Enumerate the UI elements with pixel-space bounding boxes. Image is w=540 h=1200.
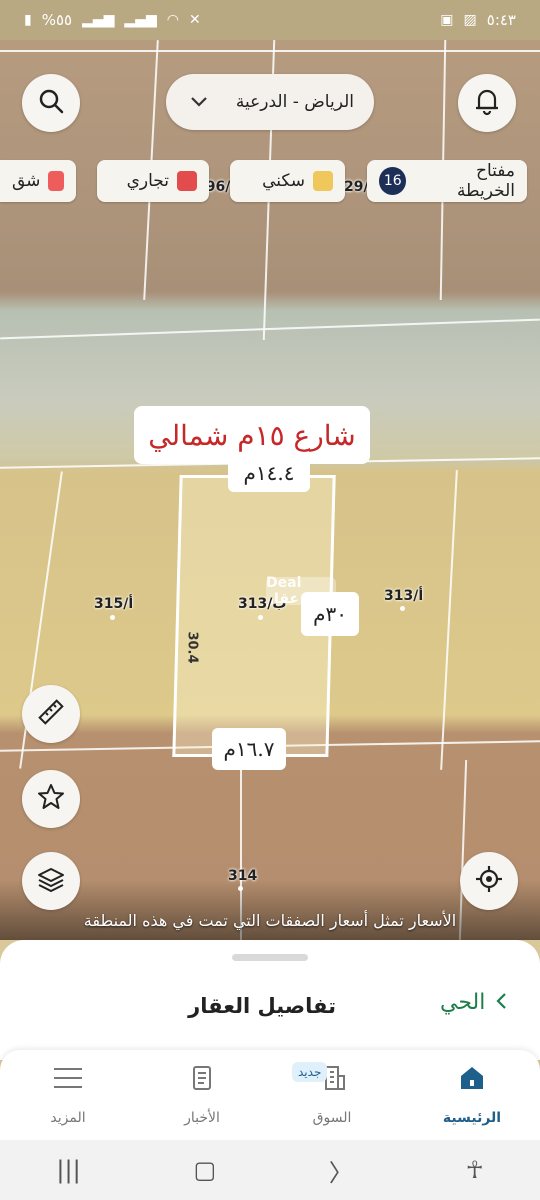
notifications-button[interactable] <box>458 74 516 132</box>
signal-icon-2: ▂▄▆ <box>124 12 157 28</box>
sheet-grabber[interactable] <box>232 954 308 961</box>
bell-icon <box>473 86 501 120</box>
bottom-nav: الرئيسية السوق جديد الأخبار المزيد <box>0 1050 540 1140</box>
chevron-left-icon <box>495 991 507 1015</box>
district-link-label: الحي <box>440 990 486 1015</box>
nav-label: السوق <box>312 1110 352 1126</box>
map-key-chip[interactable]: مفتاح الخريطة 16 <box>367 160 527 202</box>
star-icon <box>36 782 66 816</box>
parcel-number[interactable]: 315/أ <box>94 596 133 612</box>
battery-icon: ▮ <box>24 12 32 28</box>
location-select[interactable]: الرياض - الدرعية <box>166 74 374 130</box>
legend-apartment[interactable]: شق <box>0 160 76 202</box>
back-icon[interactable]: 〉 <box>329 1153 353 1188</box>
status-bar: ▮ %٥٥ ▂▄▆ ▂▄▆ ◠ ✕ ▣ ▨ ٥:٤٣ <box>0 0 540 40</box>
menu-icon <box>52 1064 84 1096</box>
dimension-top: ١٤.٤م <box>228 454 310 492</box>
price-note: الأسعار تمثل أسعار الصفقات التي تمت في ه… <box>83 911 457 930</box>
status-right: ▣ ▨ ٥:٤٣ <box>440 11 516 29</box>
parcel-number[interactable]: 313/ب <box>238 596 286 612</box>
parcel-number[interactable]: 314 <box>228 868 257 884</box>
new-badge: جديد <box>292 1062 328 1082</box>
home-circle-icon[interactable]: ▢ <box>193 1156 216 1184</box>
nav-news[interactable]: الأخبار <box>152 1064 252 1126</box>
image-icon: ▨ <box>463 12 477 28</box>
map-shade <box>0 880 540 940</box>
property-sheet[interactable]: الحي تفاصيل العقار <box>0 940 540 1060</box>
news-icon <box>188 1064 216 1096</box>
map-key-count: 16 <box>379 167 407 195</box>
nav-more[interactable]: المزيد <box>18 1064 118 1126</box>
parcel-number[interactable]: 313/أ <box>384 588 423 604</box>
nav-label: الأخبار <box>184 1110 220 1126</box>
layers-button[interactable] <box>22 852 80 910</box>
signal-icon: ▂▄▆ <box>82 12 115 28</box>
home-icon <box>457 1064 487 1096</box>
nav-home[interactable]: الرئيسية <box>422 1064 522 1126</box>
sheet-title: تفاصيل العقار <box>188 994 336 1018</box>
legend-label: سكني <box>262 171 305 191</box>
wifi-icon: ◠ <box>166 12 179 28</box>
legend-label: تجاري <box>126 171 169 191</box>
recents-icon[interactable]: ||| <box>56 1156 80 1184</box>
notification-icon: ▣ <box>440 12 454 28</box>
map-key-label: مفتاح الخريطة <box>456 161 515 201</box>
battery-percent: %٥٥ <box>41 11 73 29</box>
layers-icon <box>36 864 66 898</box>
legend-commercial[interactable]: تجاري <box>97 160 209 202</box>
parcel-line <box>0 50 540 52</box>
status-left: ▮ %٥٥ ▂▄▆ ▂▄▆ ◠ ✕ <box>24 11 201 29</box>
nav-label: الرئيسية <box>442 1110 502 1126</box>
parcel-dot <box>110 615 115 620</box>
apartment-swatch <box>48 171 64 191</box>
legend-label: شق <box>12 171 41 191</box>
legend-residential[interactable]: سكني <box>230 160 345 202</box>
parcel-dot <box>400 606 405 611</box>
system-nav-bar: ||| ▢ 〉 ☥ <box>0 1140 540 1200</box>
parcel-line <box>440 470 458 770</box>
district-link[interactable]: الحي <box>440 990 507 1015</box>
parcel-dot <box>238 886 243 891</box>
dimension-bottom: ١٦.٧م <box>212 728 286 770</box>
mute-icon: ✕ <box>188 12 201 28</box>
search-icon <box>37 87 65 119</box>
commercial-swatch <box>177 171 197 191</box>
favorite-button[interactable] <box>22 770 80 828</box>
location-label: الرياض - الدرعية <box>235 92 354 112</box>
locate-button[interactable] <box>460 852 518 910</box>
parcel-dot <box>258 615 263 620</box>
chevron-down-icon <box>190 93 208 112</box>
dimension-side: 30.4 <box>184 631 200 664</box>
ruler-icon <box>36 697 66 731</box>
residential-swatch <box>313 171 333 191</box>
search-button[interactable] <box>22 74 80 132</box>
measure-button[interactable] <box>22 685 80 743</box>
crosshair-icon <box>474 864 504 898</box>
accessibility-icon[interactable]: ☥ <box>466 1156 484 1184</box>
clock: ٥:٤٣ <box>486 11 516 29</box>
nav-label: المزيد <box>50 1110 86 1126</box>
